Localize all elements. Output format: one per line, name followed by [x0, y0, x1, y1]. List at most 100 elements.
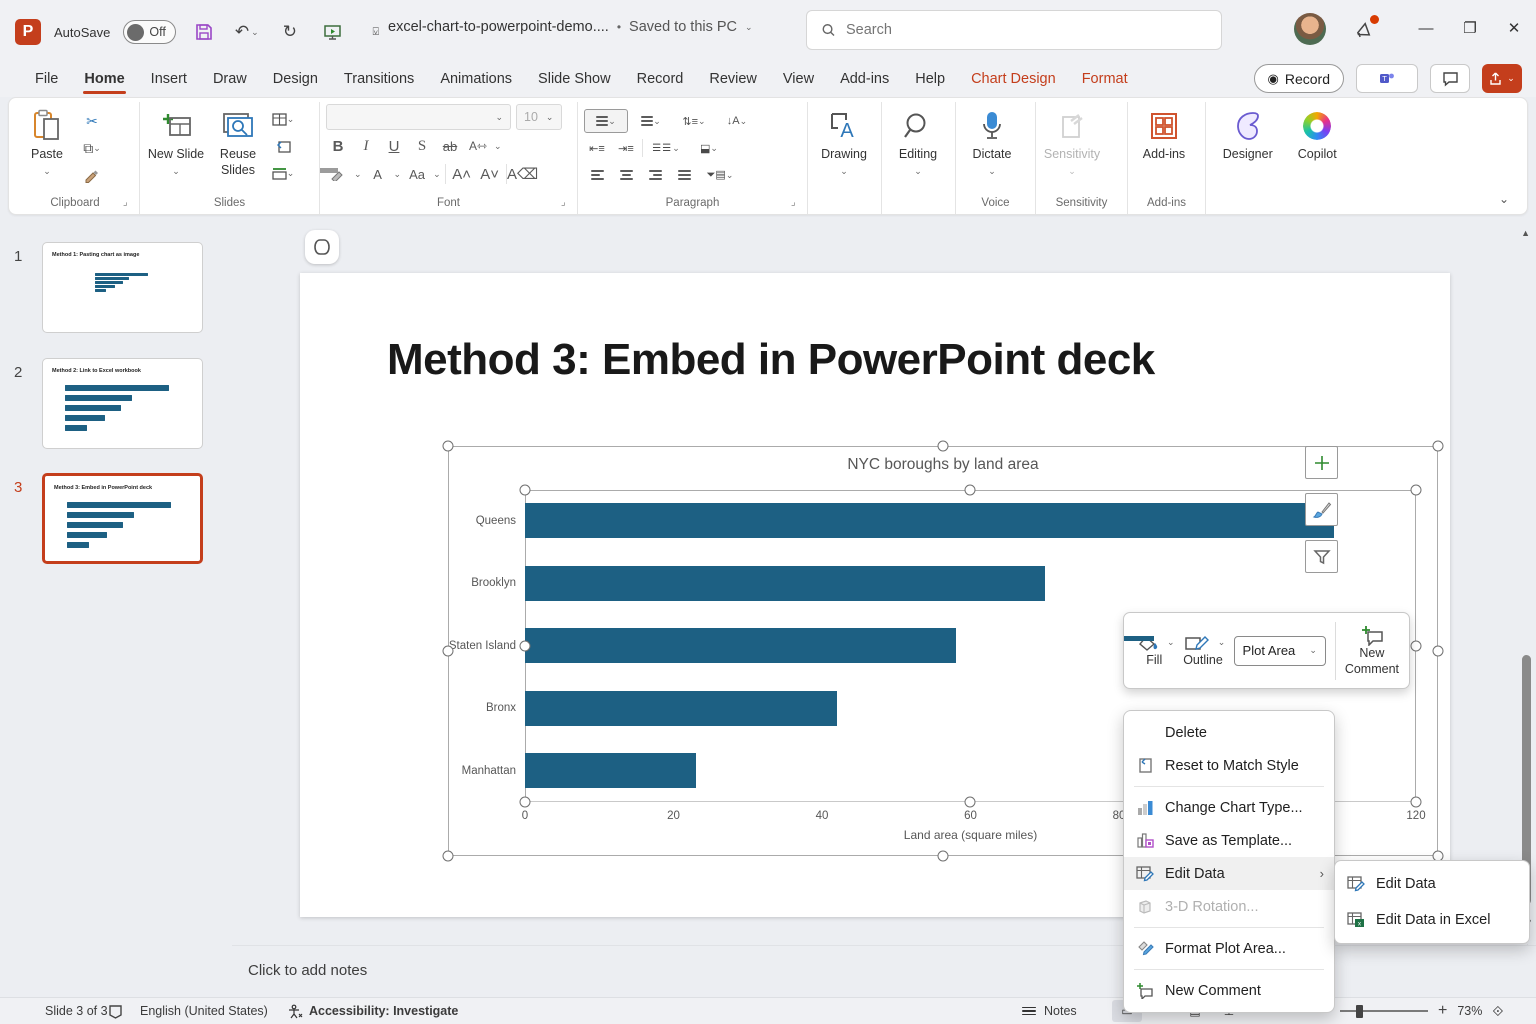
designer-button[interactable]: Designer [1212, 104, 1283, 163]
redo-button[interactable]: ↻ [275, 17, 305, 47]
proofing-button[interactable] [108, 998, 123, 1024]
bar-manhattan[interactable] [525, 753, 696, 788]
smartart-button[interactable]: ⏷▤ ⌄ [700, 163, 740, 187]
tab-design[interactable]: Design [260, 64, 331, 94]
drawing-button[interactable]: A Drawing ⌄ [814, 104, 874, 177]
reset-slide-button[interactable] [270, 134, 296, 158]
share-button[interactable]: ⌄ [1482, 64, 1522, 93]
tab-animations[interactable]: Animations [427, 64, 525, 94]
zoom-in-button[interactable]: + [1438, 1002, 1447, 1020]
quick-access-chevron-icon[interactable]: ⍌ [361, 17, 391, 47]
format-painter-button[interactable] [79, 163, 105, 187]
dictate-button[interactable]: Dictate ⌄ [962, 104, 1022, 177]
category-label[interactable]: Manhattan [462, 765, 516, 777]
menu-item-change-chart-type[interactable]: Change Chart Type... [1124, 791, 1334, 824]
selection-handle[interactable] [442, 645, 454, 657]
submenu-item-edit-data-in-excel[interactable]: x Edit Data in Excel [1335, 902, 1529, 938]
tab-help[interactable]: Help [902, 64, 958, 94]
sensitivity-button[interactable]: Sensitivity ⌄ [1042, 104, 1102, 177]
tab-transitions[interactable]: Transitions [331, 64, 427, 94]
category-label[interactable]: Staten Island [449, 640, 516, 652]
outline-button[interactable]: ⌄ Outline [1124, 635, 1229, 667]
undo-button[interactable]: ↶ ⌄ [232, 17, 262, 47]
new-slide-button[interactable]: New Slide ⌄ [146, 104, 206, 177]
menu-item-3-d-rotation[interactable]: 3-D Rotation... [1124, 890, 1334, 923]
save-button[interactable] [189, 17, 219, 47]
decrease-indent-button[interactable]: ⇤≡ [584, 136, 610, 160]
tab-review[interactable]: Review [696, 64, 770, 94]
selection-handle[interactable] [442, 850, 454, 862]
cut-button[interactable]: ✂ [79, 109, 105, 133]
menu-item-edit-data[interactable]: Edit Data › [1124, 857, 1334, 890]
selection-handle[interactable] [1432, 440, 1444, 452]
slide-indicator[interactable]: Slide 3 of 3 [45, 998, 108, 1024]
text-direction-button[interactable]: ↓A ⌄ [717, 109, 757, 133]
bar-bronx[interactable] [525, 690, 837, 726]
submenu-item-edit-data[interactable]: Edit Data [1335, 866, 1529, 902]
search-input[interactable] [845, 22, 1207, 38]
menu-item-delete[interactable]: Delete [1124, 716, 1334, 749]
bold-button[interactable]: B [326, 134, 350, 158]
bullets-button[interactable]: ⌄ [584, 109, 628, 133]
shrink-font-button[interactable]: A˅ [478, 162, 502, 186]
notes-placeholder[interactable]: Click to add notes [248, 962, 367, 979]
line-spacing-button[interactable]: ⇅≡ ⌄ [674, 109, 714, 133]
selection-handle[interactable] [937, 850, 949, 862]
clipboard-dialog-launcher[interactable]: ⌟ [123, 197, 135, 209]
tab-slide-show[interactable]: Slide Show [525, 64, 624, 94]
selection-handle[interactable] [1432, 645, 1444, 657]
slide-layout-button[interactable]: ⌄ [270, 107, 296, 131]
tab-chart-design[interactable]: Chart Design [958, 64, 1069, 94]
collapse-ribbon-button[interactable]: ⌄ [1499, 192, 1509, 206]
align-right-button[interactable] [642, 163, 668, 187]
new-comment-button[interactable]: New Comment [1343, 624, 1401, 677]
copy-button[interactable]: ⧉ ⌄ [79, 136, 105, 160]
notes-pane[interactable]: Click to add notes [232, 945, 1536, 997]
tab-view[interactable]: View [770, 64, 827, 94]
chart-elements-button[interactable] [1305, 446, 1338, 479]
font-size-input[interactable]: 10 ⌄ [516, 104, 562, 130]
menu-item-reset-to-match-style[interactable]: Reset to Match Style [1124, 749, 1334, 782]
strikethrough-button[interactable]: ab [438, 134, 462, 158]
avatar[interactable] [1294, 13, 1326, 45]
autosave-toggle[interactable]: Off [123, 20, 176, 44]
bar-brooklyn[interactable] [525, 565, 1045, 601]
fit-slide-button[interactable]: ⟐ [1492, 1003, 1503, 1020]
columns-button[interactable]: ☰☰ ⌄ [646, 136, 686, 160]
shadow-button[interactable]: S [410, 134, 434, 158]
bar-queens[interactable] [525, 503, 1335, 538]
teams-share-button[interactable]: T [1356, 64, 1418, 93]
minimize-button[interactable]: — [1404, 8, 1448, 48]
numbering-button[interactable]: ⌄ [631, 109, 671, 133]
editing-button[interactable]: Editing ⌄ [888, 104, 948, 177]
font-dialog-launcher[interactable]: ⌟ [561, 197, 573, 209]
paste-button[interactable]: Paste ⌄ [17, 104, 77, 177]
zoom-slider-handle[interactable] [1356, 1004, 1363, 1018]
menu-item-new-comment[interactable]: New Comment [1124, 974, 1334, 1007]
close-button[interactable]: ✕ [1492, 8, 1536, 48]
selection-handle[interactable] [1410, 796, 1422, 808]
justify-button[interactable] [671, 163, 697, 187]
zoom-slider[interactable] [1340, 1004, 1428, 1018]
tab-record[interactable]: Record [624, 64, 697, 94]
zoom-level[interactable]: 73% [1457, 1004, 1482, 1018]
language-button[interactable]: English (United States) [140, 998, 268, 1024]
selection-handle[interactable] [964, 484, 976, 496]
reuse-slides-button[interactable]: Reuse Slides [208, 104, 268, 178]
thumbnail-preview[interactable]: Method 1: Pasting chart as image [42, 242, 203, 333]
tab-add-ins[interactable]: Add-ins [827, 64, 902, 94]
menu-item-save-as-template[interactable]: Save as Template... [1124, 824, 1334, 857]
selection-handle[interactable] [519, 640, 531, 652]
italic-button[interactable]: I [354, 134, 378, 158]
align-center-button[interactable] [613, 163, 639, 187]
underline-button[interactable]: U [382, 134, 406, 158]
menu-item-format-plot-area[interactable]: Format Plot Area... [1124, 932, 1334, 965]
selection-handle[interactable] [519, 484, 531, 496]
slide-thumbnail-2[interactable]: 2 Method 2: Link to Excel workbook [0, 358, 232, 463]
chart-title[interactable]: NYC boroughs by land area [448, 456, 1438, 474]
section-button[interactable]: ⌄ [270, 161, 296, 185]
align-left-button[interactable] [584, 163, 610, 187]
slide-thumbnail-3[interactable]: 3 Method 3: Embed in PowerPoint deck [0, 473, 232, 578]
clear-formatting-button[interactable]: A⌫ [507, 162, 538, 186]
tab-format[interactable]: Format [1069, 64, 1141, 94]
